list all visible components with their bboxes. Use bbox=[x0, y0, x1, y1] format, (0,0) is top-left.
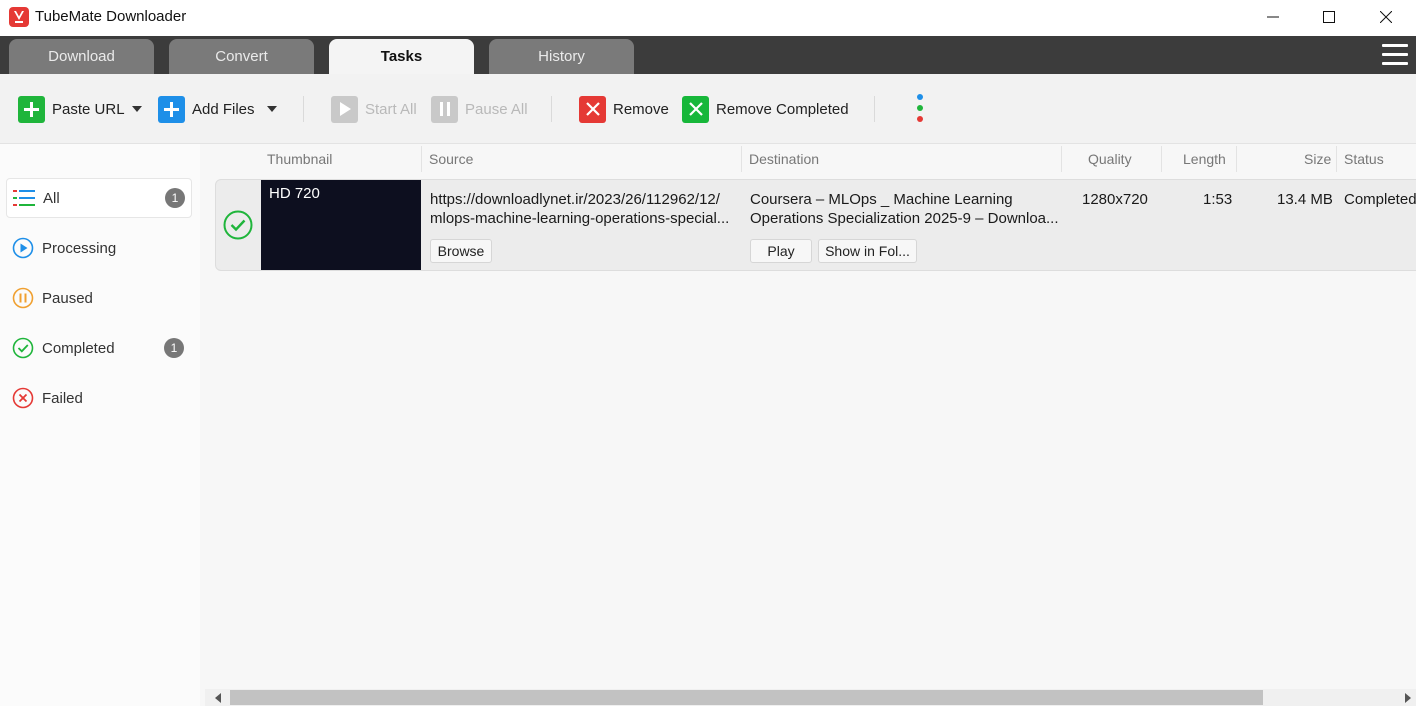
more-options-icon[interactable] bbox=[916, 94, 924, 126]
column-header-size[interactable]: Size bbox=[1304, 144, 1331, 174]
x-icon bbox=[682, 95, 709, 123]
toolbar: Paste URL Add Files Start All Pause All … bbox=[0, 74, 1416, 144]
tab-download[interactable]: Download bbox=[9, 39, 154, 74]
sidebar-item-label: Completed bbox=[42, 339, 115, 357]
status-value: Completed bbox=[1344, 191, 1416, 208]
check-circle-icon bbox=[223, 210, 253, 240]
sidebar-item-processing[interactable]: Processing bbox=[6, 228, 192, 268]
column-divider bbox=[741, 146, 742, 172]
destination-line2: Operations Specialization 2025-9 – Downl… bbox=[750, 210, 1059, 227]
remove-label: Remove bbox=[613, 100, 669, 118]
column-header-length[interactable]: Length bbox=[1183, 144, 1226, 174]
column-divider bbox=[421, 146, 422, 172]
destination-line1: Coursera – MLOps _ Machine Learning bbox=[750, 191, 1013, 208]
quality-value: 1280x720 bbox=[1082, 191, 1148, 208]
app-logo-icon bbox=[9, 7, 29, 27]
column-divider bbox=[1061, 146, 1062, 172]
source-url-line2: mlops-machine-learning-operations-specia… bbox=[430, 210, 730, 227]
maximize-icon bbox=[1323, 11, 1335, 23]
minimize-button[interactable] bbox=[1250, 0, 1296, 34]
tab-convert[interactable]: Convert bbox=[169, 39, 314, 74]
menu-hamburger-icon[interactable] bbox=[1382, 44, 1408, 66]
source-url-line1: https://downloadlynet.ir/2023/26/112962/… bbox=[430, 191, 720, 208]
browse-button[interactable]: Browse bbox=[430, 239, 492, 263]
horizontal-scrollbar[interactable] bbox=[205, 689, 1416, 706]
add-files-button[interactable]: Add Files bbox=[158, 95, 255, 123]
count-badge: 1 bbox=[165, 188, 185, 208]
size-value: 13.4 MB bbox=[1277, 191, 1333, 208]
column-divider bbox=[1236, 146, 1237, 172]
column-header-thumbnail[interactable]: Thumbnail bbox=[267, 144, 332, 174]
show-in-folder-button[interactable]: Show in Fol... bbox=[818, 239, 917, 263]
plus-icon bbox=[158, 95, 185, 123]
length-value: 1:53 bbox=[1203, 191, 1233, 208]
remove-button[interactable]: Remove bbox=[579, 95, 669, 123]
add-files-label: Add Files bbox=[192, 100, 255, 118]
app-title: TubeMate Downloader bbox=[35, 8, 187, 25]
close-icon bbox=[1380, 11, 1392, 23]
paste-url-button[interactable]: Paste URL bbox=[18, 95, 125, 123]
pause-all-label: Pause All bbox=[465, 100, 528, 118]
play-circle-icon bbox=[12, 237, 34, 259]
scroll-left-icon[interactable] bbox=[215, 693, 221, 703]
scroll-right-icon[interactable] bbox=[1405, 693, 1411, 703]
play-button[interactable]: Play bbox=[750, 239, 812, 263]
paste-url-label: Paste URL bbox=[52, 100, 125, 118]
add-files-dropdown-icon[interactable] bbox=[267, 106, 277, 112]
remove-completed-button[interactable]: Remove Completed bbox=[682, 95, 849, 123]
title-bar: TubeMate Downloader bbox=[0, 0, 1416, 36]
column-header-destination[interactable]: Destination bbox=[749, 144, 819, 174]
x-icon bbox=[579, 95, 606, 123]
list-icon bbox=[13, 187, 35, 209]
sidebar-item-failed[interactable]: Failed bbox=[6, 378, 192, 418]
toolbar-divider bbox=[303, 96, 304, 122]
toolbar-divider bbox=[874, 96, 875, 122]
sidebar-item-paused[interactable]: Paused bbox=[6, 278, 192, 318]
main-tab-bar: Download Convert Tasks History bbox=[0, 36, 1416, 74]
pause-icon bbox=[431, 95, 458, 123]
maximize-button[interactable] bbox=[1306, 0, 1352, 34]
remove-completed-label: Remove Completed bbox=[716, 100, 849, 118]
check-circle-icon bbox=[12, 337, 34, 359]
table-row[interactable]: HD 720 https://downloadlynet.ir/2023/26/… bbox=[215, 179, 1416, 271]
video-thumbnail[interactable]: HD 720 bbox=[261, 180, 421, 270]
x-circle-icon bbox=[12, 387, 34, 409]
column-divider bbox=[1161, 146, 1162, 172]
sidebar-item-label: All bbox=[43, 189, 60, 207]
pause-all-button[interactable]: Pause All bbox=[431, 95, 528, 123]
sidebar: All 1 Processing Paused Completed 1 Fail… bbox=[0, 144, 200, 706]
play-icon bbox=[331, 95, 358, 123]
sidebar-item-label: Processing bbox=[42, 239, 117, 257]
start-all-label: Start All bbox=[365, 100, 417, 118]
task-table: Thumbnail Source Destination Quality Len… bbox=[200, 144, 1416, 689]
sidebar-item-all[interactable]: All 1 bbox=[6, 178, 192, 218]
sidebar-item-completed[interactable]: Completed 1 bbox=[6, 328, 192, 368]
minimize-icon bbox=[1267, 16, 1279, 18]
paste-url-dropdown-icon[interactable] bbox=[132, 106, 142, 112]
tab-history[interactable]: History bbox=[489, 39, 634, 74]
sidebar-item-label: Failed bbox=[42, 389, 83, 407]
count-badge: 1 bbox=[164, 338, 184, 358]
column-header-quality[interactable]: Quality bbox=[1088, 144, 1132, 174]
close-button[interactable] bbox=[1363, 0, 1409, 34]
scrollbar-thumb[interactable] bbox=[230, 690, 1263, 705]
column-header-status[interactable]: Status bbox=[1344, 144, 1384, 174]
thumbnail-quality-label: HD 720 bbox=[269, 185, 320, 202]
pause-circle-icon bbox=[12, 287, 34, 309]
toolbar-divider bbox=[551, 96, 552, 122]
tab-tasks[interactable]: Tasks bbox=[329, 39, 474, 74]
sidebar-item-label: Paused bbox=[42, 289, 93, 307]
column-header-source[interactable]: Source bbox=[429, 144, 473, 174]
start-all-button[interactable]: Start All bbox=[331, 95, 417, 123]
column-divider bbox=[1336, 146, 1337, 172]
plus-icon bbox=[18, 95, 45, 123]
